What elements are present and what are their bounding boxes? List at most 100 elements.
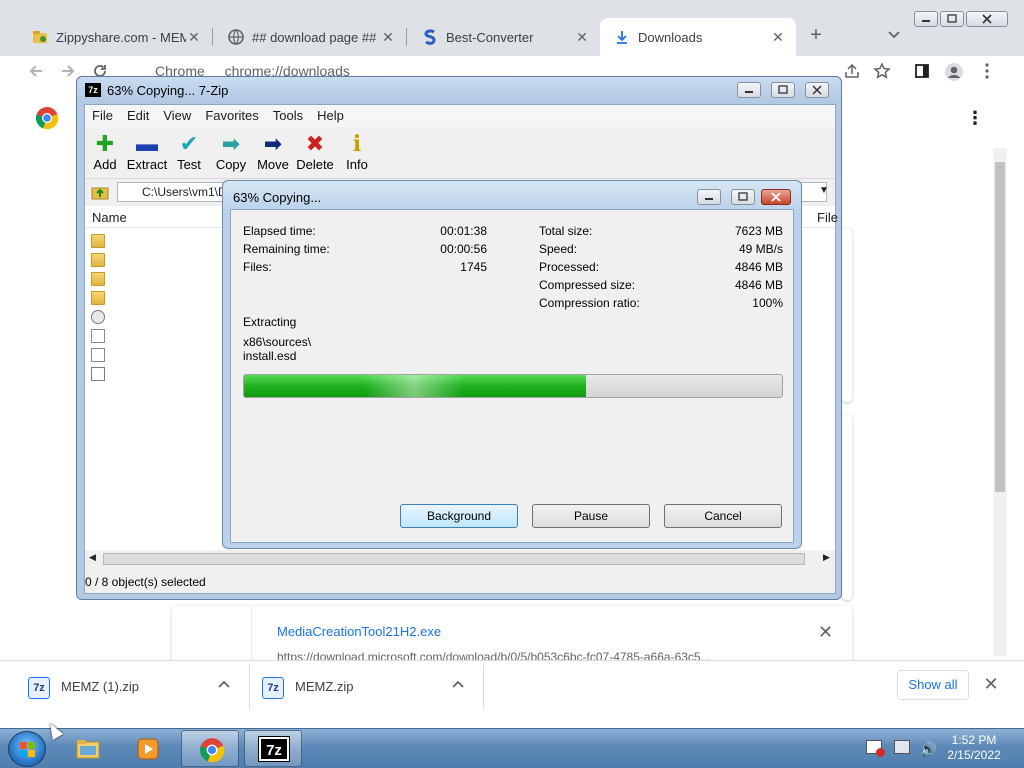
dialog-restore-button[interactable] <box>731 189 755 205</box>
shelf-item-memz-1[interactable]: 7z MEMZ (1).zip <box>28 665 250 709</box>
tab-close-icon[interactable]: ✕ <box>574 29 590 46</box>
folder-icon[interactable] <box>91 253 105 267</box>
7zip-logo-icon: 7z <box>85 83 101 97</box>
forward-button[interactable] <box>58 62 78 82</box>
file-icon[interactable] <box>91 348 105 362</box>
folder-icon[interactable] <box>91 272 105 286</box>
tab-best-converter[interactable]: Best-Converter ✕ <box>408 18 600 56</box>
plus-icon: ✚ <box>95 131 115 156</box>
compression-ratio-value: 100% <box>752 296 783 310</box>
folder-icon[interactable] <box>91 234 105 248</box>
pause-button[interactable]: Pause <box>532 504 650 528</box>
tab-search-button[interactable] <box>882 24 906 48</box>
show-all-button[interactable]: Show all <box>897 670 969 700</box>
column-name[interactable]: Name <box>92 210 127 225</box>
path-dropdown-icon[interactable]: ▼ <box>819 185 829 196</box>
tool-label: Add <box>93 157 117 172</box>
column-file[interactable]: File <box>817 210 838 225</box>
scrollbar-thumb[interactable] <box>103 553 805 565</box>
restore-button[interactable] <box>940 11 964 27</box>
taskbar-chrome[interactable] <box>181 730 239 767</box>
remove-download-icon[interactable]: ✕ <box>818 622 833 643</box>
minus-icon: ▬ <box>136 131 158 156</box>
scroll-right-icon[interactable]: ▶ <box>823 552 830 563</box>
7zip-restore-button[interactable] <box>771 82 795 98</box>
media-player-icon <box>137 738 159 760</box>
start-button[interactable] <box>8 731 46 767</box>
volume-icon[interactable]: 🔊 <box>920 741 937 758</box>
move-button[interactable]: ➡ Move <box>251 131 295 172</box>
dialog-minimize-button[interactable] <box>697 189 721 205</box>
folder-icon[interactable] <box>91 291 105 305</box>
taskbar-media-player[interactable] <box>118 730 176 767</box>
menu-file[interactable]: File <box>85 105 120 123</box>
file-icon[interactable] <box>91 329 105 343</box>
tab-download-page[interactable]: ## download page ## ✕ <box>214 18 406 56</box>
bookmark-button[interactable] <box>872 62 892 82</box>
page-scrollbar[interactable] <box>993 148 1007 656</box>
taskbar-7zip[interactable]: 7z <box>244 730 302 767</box>
dialog-close-button[interactable] <box>761 189 791 205</box>
minimize-icon <box>922 20 930 22</box>
menu-view[interactable]: View <box>156 105 198 123</box>
add-button[interactable]: ✚ Add <box>83 131 127 172</box>
7zip-title: 63% Copying... 7-Zip <box>107 83 229 98</box>
scrollbar-thumb[interactable] <box>995 162 1005 492</box>
arrow-right-icon <box>62 65 75 77</box>
delete-x-icon: ✖ <box>305 131 325 156</box>
tab-close-icon[interactable]: ✕ <box>380 29 396 46</box>
extract-button[interactable]: ▬ Extract <box>125 131 169 172</box>
tab-close-icon[interactable]: ✕ <box>186 29 202 46</box>
processed-label: Processed: <box>539 260 600 274</box>
chevron-up-icon[interactable] <box>218 677 230 691</box>
share-button[interactable] <box>842 62 862 82</box>
test-button[interactable]: ✔ Test <box>167 131 211 172</box>
cancel-button[interactable]: Cancel <box>664 504 782 528</box>
progress-title-bar[interactable]: 63% Copying... <box>223 181 801 209</box>
shelf-item-memz[interactable]: 7z MEMZ.zip <box>262 665 484 709</box>
profile-button[interactable] <box>944 62 964 82</box>
menu-tools[interactable]: Tools <box>266 105 310 123</box>
move-arrow-icon: ➡ <box>263 131 283 156</box>
downloads-menu-button[interactable]: ⋮ <box>966 106 984 130</box>
menu-help[interactable]: Help <box>310 105 351 123</box>
action-center-icon[interactable] <box>866 740 885 757</box>
network-icon[interactable] <box>893 740 910 754</box>
7zip-close-button[interactable] <box>805 82 829 98</box>
background-button[interactable]: Background <box>400 504 518 528</box>
delete-button[interactable]: ✖ Delete <box>293 131 337 172</box>
download-card-edge <box>842 228 852 402</box>
new-tab-button[interactable]: + <box>804 24 828 48</box>
system-clock[interactable]: 1:52 PM 2/15/2022 <box>938 733 1010 763</box>
tab-zippyshare[interactable]: Zippyshare.com - MEMZ ✕ <box>18 18 212 56</box>
horizontal-scrollbar[interactable]: ◀ ▶ <box>85 550 835 568</box>
setup-file-icon[interactable] <box>91 310 105 324</box>
side-panel-button[interactable] <box>912 62 932 82</box>
spreadsheet-file-icon[interactable] <box>91 367 105 381</box>
menu-favorites[interactable]: Favorites <box>198 105 265 123</box>
tab-downloads[interactable]: Downloads ✕ <box>600 18 796 56</box>
7zip-minimize-button[interactable] <box>737 82 761 98</box>
download-filename-link[interactable]: MediaCreationTool21H2.exe <box>277 624 441 639</box>
close-window-button[interactable] <box>966 11 1008 27</box>
close-shelf-icon[interactable]: ✕ <box>982 674 1000 694</box>
progress-bar-fill <box>244 375 587 397</box>
folder-icon <box>76 740 100 759</box>
menu-edit[interactable]: Edit <box>120 105 156 123</box>
progress-body: Elapsed time: 00:01:38 Remaining time: 0… <box>230 209 794 543</box>
tab-close-icon[interactable]: ✕ <box>770 29 786 46</box>
back-button[interactable] <box>26 62 46 82</box>
compression-ratio-label: Compression ratio: <box>539 296 640 310</box>
tool-label: Move <box>257 157 289 172</box>
folder-up-icon[interactable] <box>91 183 109 201</box>
copy-button[interactable]: ➡ Copy <box>209 131 253 172</box>
chrome-menu-button[interactable] <box>977 62 997 82</box>
elapsed-value: 00:01:38 <box>440 224 487 238</box>
scroll-left-icon[interactable]: ◀ <box>89 552 96 563</box>
processed-value: 4846 MB <box>734 260 783 274</box>
chevron-up-icon[interactable] <box>452 677 464 691</box>
minimize-button[interactable] <box>914 11 938 27</box>
taskbar-explorer[interactable] <box>58 730 116 767</box>
info-button[interactable]: i Info <box>335 131 379 172</box>
7zip-title-bar[interactable]: 7z 63% Copying... 7-Zip <box>77 77 841 103</box>
